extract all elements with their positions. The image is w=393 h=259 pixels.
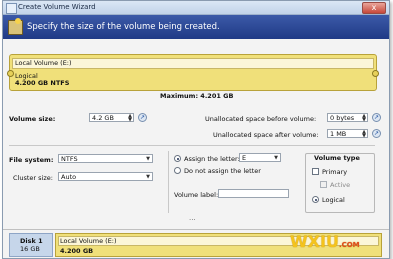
active-label: Active [330, 181, 351, 189]
cluster-size-select[interactable]: Auto ▼ [58, 172, 153, 181]
drive-letter-select[interactable]: E ▼ [239, 153, 281, 162]
unallocated-after-spinner-icon[interactable]: ▲ ▼ [362, 130, 366, 139]
volume-bar-name: Local Volume (E:) [15, 59, 72, 67]
drive-letter-value: E [242, 154, 247, 162]
volume-label-label: Volume label: [174, 191, 219, 199]
right-resize-handle[interactable] [372, 70, 379, 77]
title-bar[interactable]: Create Volume Wizard x [3, 1, 389, 15]
disk-1-block[interactable]: Disk 1 16 GB [9, 233, 53, 257]
drive-letter-dropdown-icon[interactable]: ▼ [274, 154, 278, 163]
volume-size-apply-icon[interactable]: ↗ [138, 113, 147, 122]
window-icon [6, 3, 17, 14]
create-volume-wizard-window: Create Volume Wizard x Specify the size … [2, 0, 390, 259]
unallocated-before-apply-icon[interactable]: ↗ [372, 113, 381, 122]
volume-size-spinner-icon[interactable]: ▲ ▼ [128, 114, 132, 123]
file-system-dropdown-icon[interactable]: ▼ [146, 155, 150, 164]
volume-size-bar[interactable]: Local Volume (E:) Logical 4.200 GB NTFS [7, 54, 379, 91]
unallocated-after-apply-icon[interactable]: ↗ [372, 129, 381, 138]
unallocated-before-spinner-icon[interactable]: ▲ ▼ [362, 114, 366, 123]
primary-label: Primary [322, 168, 348, 176]
watermark-suffix: .COM [338, 241, 360, 249]
file-system-value: NTFS [61, 155, 78, 163]
disk-volume-name: Local Volume (E:) [60, 237, 117, 245]
disk-size: 16 GB [20, 245, 40, 253]
volume-type-title: Volume type [314, 154, 360, 162]
logical-label: Logical [322, 196, 345, 204]
logical-radio[interactable] [312, 196, 319, 203]
watermark-logo: WXIU.COM [290, 232, 360, 251]
unallocated-before-input[interactable]: 0 bytes ▲ ▼ [327, 113, 368, 123]
more-options-toggle[interactable]: ... [189, 214, 196, 222]
unallocated-after-label: Unallocated space after volume: [213, 131, 319, 139]
left-resize-handle[interactable] [7, 70, 14, 77]
unallocated-after-input[interactable]: 1 MB ▲ ▼ [327, 129, 368, 139]
volume-size-value: 4.2 GB [92, 114, 114, 122]
primary-checkbox[interactable] [312, 168, 319, 175]
watermark-main: WXIU [290, 232, 339, 251]
active-checkbox[interactable] [320, 181, 327, 188]
volume-label-input[interactable] [218, 189, 289, 198]
file-system-label: File system: [9, 156, 54, 164]
disk-name: Disk 1 [20, 237, 43, 245]
assign-letter-label: Assign the letter: [184, 155, 240, 163]
cluster-size-value: Auto [61, 173, 77, 181]
wizard-header: Specify the size of the volume being cre… [3, 15, 389, 39]
do-not-assign-label: Do not assign the letter [184, 167, 261, 175]
wizard-icon [8, 18, 23, 35]
assign-letter-radio[interactable] [174, 155, 181, 162]
cluster-size-label: Cluster size: [13, 174, 53, 182]
file-system-select[interactable]: NTFS ▼ [58, 154, 153, 163]
volume-size-label: Volume size: [9, 115, 56, 123]
window-title: Create Volume Wizard [18, 3, 96, 11]
unallocated-before-label: Unallocated space before volume: [205, 115, 317, 123]
close-button[interactable]: x [362, 2, 386, 14]
volume-type-group: Volume type Primary Active Logical [305, 153, 375, 213]
column-divider [168, 151, 169, 213]
maximum-size-label: Maximum: 4.201 GB [160, 92, 234, 100]
cluster-size-dropdown-icon[interactable]: ▼ [146, 173, 150, 182]
unallocated-after-value: 1 MB [330, 130, 347, 138]
unallocated-before-value: 0 bytes [330, 114, 355, 122]
disk-volume-size: 4.200 GB [60, 247, 94, 255]
wizard-header-text: Specify the size of the volume being cre… [27, 22, 220, 32]
volume-bar-size: 4.200 GB NTFS [15, 79, 70, 87]
do-not-assign-radio[interactable] [174, 167, 181, 174]
section-divider [9, 145, 375, 146]
volume-size-input[interactable]: 4.2 GB ▲ ▼ [89, 113, 134, 123]
